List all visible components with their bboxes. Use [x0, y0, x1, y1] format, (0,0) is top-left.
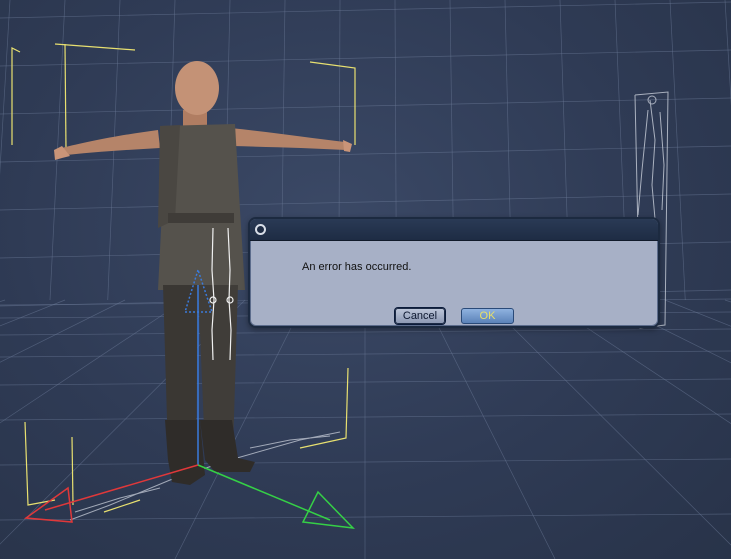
error-message: An error has occurred.: [302, 261, 412, 273]
cancel-button[interactable]: Cancel: [395, 308, 445, 324]
ok-button[interactable]: OK: [461, 308, 514, 324]
dialog-titlebar: [250, 219, 658, 241]
close-dot-icon[interactable]: [255, 224, 266, 235]
3d-viewport[interactable]: An error has occurred. Cancel OK: [0, 0, 731, 559]
error-dialog: An error has occurred. Cancel OK: [248, 217, 660, 328]
